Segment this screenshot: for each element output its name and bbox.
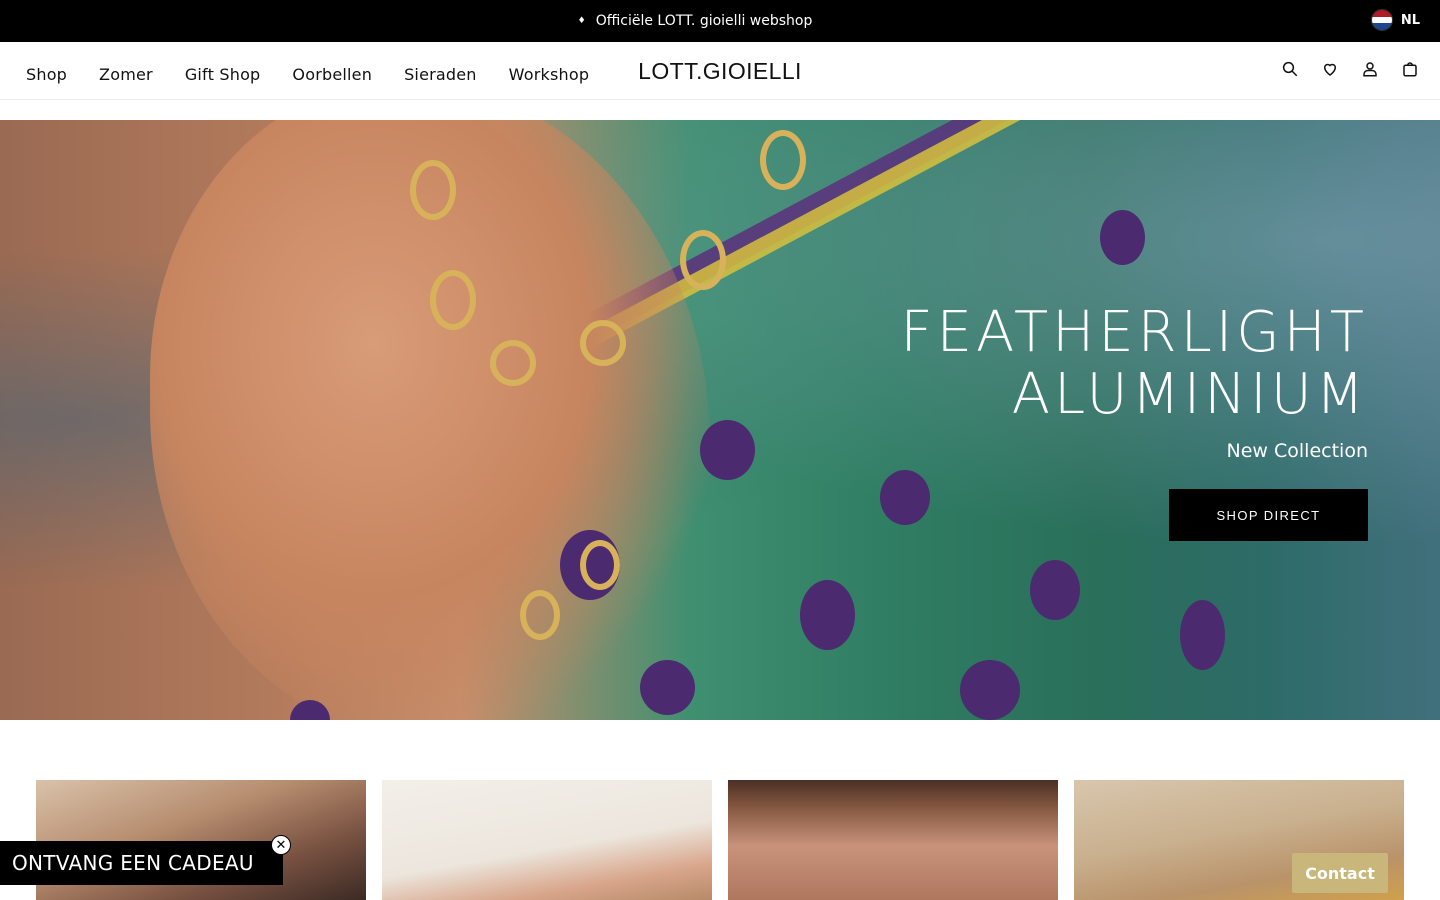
hero-banner[interactable]: FEATHERLIGHT ALUMINIUM New Collection SH… [0,120,1440,720]
nav-zomer[interactable]: Zomer [99,65,153,84]
hero-text: FEATHERLIGHT ALUMINIUM New Collection [900,300,1368,463]
bracelet-link [580,540,620,590]
necklace-link [580,320,626,366]
announcement-message: ♦ Officiële LOTT. gioielli webshop [0,0,1390,42]
category-card[interactable] [728,780,1058,900]
polka-dot [1030,560,1080,620]
announcement-bar: ♦ Officiële LOTT. gioielli webshop NL [0,0,1440,42]
category-card[interactable] [382,780,712,900]
announcement-text: Officiële LOTT. gioielli webshop [595,13,813,29]
polka-dot [960,660,1020,720]
polka-dot [700,420,755,480]
site-header: Shop Zomer Gift Shop Oorbellen Sieraden … [0,42,1440,100]
necklace-link [760,130,806,190]
language-selector[interactable]: NL [1370,9,1420,31]
polka-dot [800,580,855,650]
nav-sieraden[interactable]: Sieraden [404,65,477,84]
hero-title-line1: FEATHERLIGHT [900,300,1368,365]
polka-dot [1180,600,1225,670]
nav-oorbellen[interactable]: Oorbellen [292,65,372,84]
cart-icon[interactable] [1400,56,1420,82]
polka-dot [1100,210,1145,265]
main-nav: Shop Zomer Gift Shop Oorbellen Sieraden … [26,42,589,106]
diamond-icon: ♦ [577,16,586,26]
necklace-link [490,340,536,386]
hero-subtitle: New Collection [1226,440,1368,462]
necklace-link [430,270,476,330]
close-icon[interactable]: ✕ [271,835,291,855]
bracelet-link [520,590,560,640]
necklace-link [410,160,456,220]
nav-workshop[interactable]: Workshop [509,65,590,84]
polka-dot [640,660,695,715]
gift-popup-button[interactable]: ONTVANG EEN CADEAU [0,841,283,885]
header-icons [1280,56,1420,82]
netherlands-flag-icon [1370,9,1393,31]
language-label: NL [1400,12,1420,28]
shop-direct-button[interactable]: SHOP DIRECT [1169,489,1368,541]
polka-dot [880,470,930,525]
hero-title-line2: ALUMINIUM [1011,362,1368,427]
search-icon[interactable] [1280,56,1300,82]
nav-shop[interactable]: Shop [26,65,67,84]
user-icon[interactable] [1360,56,1380,82]
nav-gift-shop[interactable]: Gift Shop [185,65,261,84]
contact-button[interactable]: Contact [1292,853,1388,893]
heart-icon[interactable] [1320,56,1340,82]
necklace-link [680,230,726,290]
site-logo[interactable]: LOTT.GIOIELLI [620,58,820,85]
